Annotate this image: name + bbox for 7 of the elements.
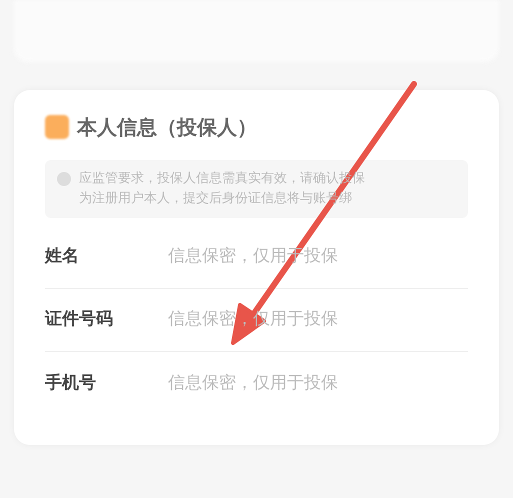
section-title: 本人信息（投保人） — [77, 114, 257, 141]
info-icon — [57, 172, 71, 186]
field-label: 手机号 — [45, 372, 97, 395]
field-label: 证件号码 — [45, 308, 114, 332]
input-field[interactable]: 信息保密，仅用于投保 — [168, 370, 398, 396]
field-label: 姓名 — [45, 245, 80, 268]
section-marker-icon — [45, 115, 69, 139]
